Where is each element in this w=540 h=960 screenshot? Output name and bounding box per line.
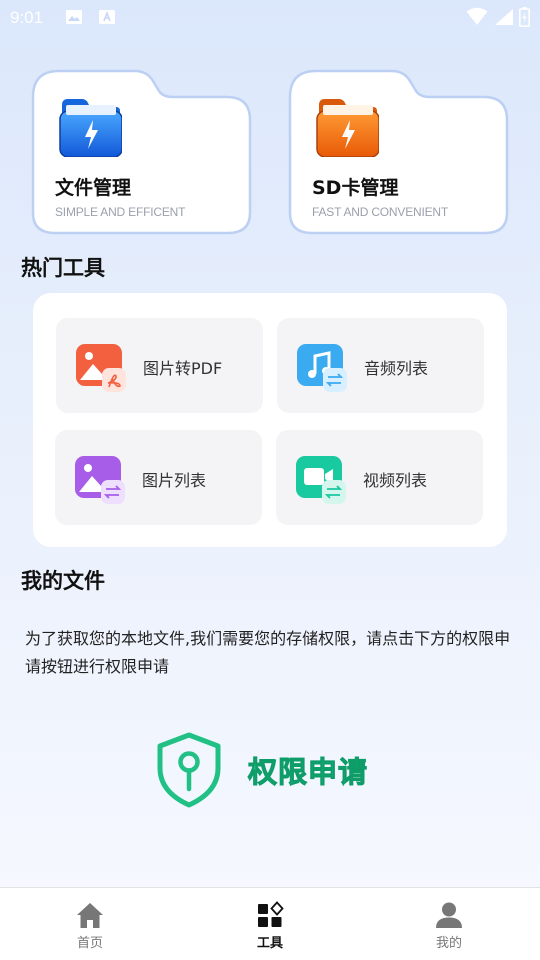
tab-label: 我的 <box>435 936 462 951</box>
tools-icon <box>258 901 284 927</box>
image-to-pdf-icon <box>76 344 126 392</box>
tool-label: 图片列表 <box>142 471 207 490</box>
card-subtitle: FAST AND CONVENIENT <box>312 205 449 219</box>
tool-audio-list[interactable]: 音频列表 <box>277 318 484 413</box>
card-title: SD卡管理 <box>312 177 399 199</box>
tab-label: 首页 <box>76 936 103 951</box>
image-list-icon <box>75 456 125 504</box>
status-time: 9:01 <box>10 8 44 27</box>
shield-key-icon <box>157 732 221 808</box>
tab-home[interactable]: 首页 <box>40 888 140 960</box>
tab-tools[interactable]: 工具 <box>220 888 320 960</box>
my-files-title: 我的文件 <box>21 569 105 593</box>
image-icon <box>66 10 82 24</box>
sd-card-management-card[interactable]: SD卡管理 FAST AND CONVENIENT <box>288 67 510 235</box>
tool-label: 视频列表 <box>363 471 428 490</box>
card-subtitle: SIMPLE AND EFFICENT <box>55 205 186 219</box>
tab-profile[interactable]: 我的 <box>399 888 499 960</box>
tool-label: 图片转PDF <box>143 359 223 378</box>
tool-image-to-pdf[interactable]: 图片转PDF <box>56 318 263 413</box>
file-management-card[interactable]: 文件管理 SIMPLE AND EFFICENT <box>31 67 253 235</box>
tool-label: 音频列表 <box>364 359 429 378</box>
blue-folder-icon <box>59 99 122 157</box>
permission-request-button[interactable]: 权限申请 <box>156 732 396 808</box>
wifi-icon <box>466 7 488 25</box>
bottom-tab-bar: 首页 工具 我的 <box>0 887 540 960</box>
signal-icon <box>495 9 513 25</box>
battery-icon <box>519 7 530 27</box>
hot-tools-title: 热门工具 <box>21 256 105 280</box>
profile-icon <box>436 902 462 928</box>
orange-folder-icon <box>316 99 379 157</box>
tab-label: 工具 <box>256 936 283 951</box>
tool-video-list[interactable]: 视频列表 <box>276 430 483 525</box>
permission-description: 为了获取您的本地文件,我们需要您的存储权限，请点击下方的权限申请按钮进行权限申请 <box>25 629 511 676</box>
home-icon <box>77 903 103 928</box>
font-download-icon <box>99 10 115 24</box>
audio-list-icon <box>297 344 347 392</box>
status-bar: 9:01 <box>0 0 540 36</box>
video-list-icon <box>296 456 346 504</box>
tool-image-list[interactable]: 图片列表 <box>55 430 262 525</box>
card-title: 文件管理 <box>55 177 132 199</box>
hot-tools-panel: 图片转PDF 音频列表 图片列表 视频列表 <box>33 293 507 547</box>
permission-button-label: 权限申请 <box>247 755 369 790</box>
